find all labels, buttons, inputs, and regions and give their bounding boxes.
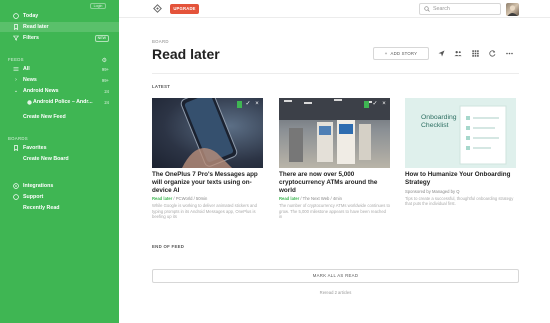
article-card[interactable]: ✓ × There are now over 5,000 cryptocurre… [279, 98, 390, 219]
team-icon[interactable] [454, 49, 462, 57]
upgrade-button[interactable]: UPGRADE [170, 4, 199, 14]
share-icon[interactable] [437, 49, 445, 57]
sidebar-item-label: News [23, 77, 37, 83]
article-meta: Sponsored by Managed by Q [405, 189, 516, 194]
add-story-button[interactable]: + ADD STORY [373, 47, 429, 60]
sidebar-item-label: Android News [23, 88, 59, 94]
create-new-board-link[interactable]: Create New Board [0, 154, 119, 164]
thumbnail-caption: Onboarding Checklist [421, 114, 457, 129]
create-new-feed-label: Create New Feed [23, 114, 66, 120]
create-new-feed-link[interactable]: Create New Feed [0, 112, 119, 122]
new-badge: NEW [94, 34, 109, 42]
mark-all-as-read-button[interactable]: MARK ALL AS READ [152, 269, 519, 283]
sidebar-item-today[interactable]: Today [0, 11, 119, 21]
sidebar-item-label: Favorites [23, 145, 47, 151]
integrations-icon [13, 183, 19, 189]
feed-favicon-icon [26, 99, 32, 105]
card-actions: ✓ × [364, 101, 387, 108]
bookmark-icon [13, 24, 19, 30]
article-title[interactable]: How to Humanize Your Onboarding Strategy [405, 171, 516, 187]
sidebar-item-label: Filters [23, 35, 39, 41]
support-icon [13, 194, 19, 200]
sidebar-item-label: Today [23, 13, 39, 19]
sidebar-item-integrations[interactable]: Integrations [0, 181, 119, 191]
sidebar-item-label: Recently Read [23, 205, 60, 211]
bookmark-icon[interactable] [237, 101, 242, 108]
avatar[interactable] [506, 3, 519, 16]
sidebar-item-read-later[interactable]: Read later [0, 22, 119, 32]
check-icon[interactable]: ✓ [372, 101, 378, 107]
article-meta-text: / The Next Web / 4min [300, 196, 342, 202]
sponsor-text: Sponsored by Managed by Q [405, 188, 460, 194]
article-summary: Tips to create a successful, thoughtful … [405, 195, 514, 206]
sidebar-feed-android-news[interactable]: ⌄ Android News 24 [0, 86, 119, 96]
search-placeholder: Search [433, 6, 450, 12]
chevron-down-icon: ⌄ [13, 87, 19, 94]
unread-count: 24 [104, 99, 109, 105]
article-meta: Read later / PCWorld / 50min [152, 196, 263, 201]
chevron-right-icon: › [15, 76, 17, 83]
list-icon [13, 66, 19, 72]
filter-icon [13, 35, 19, 41]
article-source[interactable]: Read later [279, 196, 299, 201]
article-title[interactable]: There are now over 5,000 cryptocurrency … [279, 171, 390, 194]
unread-count: 99+ [101, 77, 109, 83]
article-thumbnail: ✓ × [152, 98, 263, 168]
article-meta-text: / PCWorld / 50min [173, 196, 208, 202]
sidebar-item-support[interactable]: Support [0, 192, 119, 202]
login-button[interactable]: Login [90, 3, 106, 9]
plus-icon: + [384, 51, 388, 56]
today-icon [13, 13, 19, 19]
article-source[interactable]: Read later [152, 196, 172, 201]
close-icon[interactable]: × [381, 101, 387, 107]
create-new-board-label: Create New Board [23, 156, 69, 162]
sidebar-feed-all[interactable]: All 99+ [0, 64, 119, 74]
boards-heading: BOARDS [8, 136, 28, 141]
search-input[interactable]: Search [419, 3, 501, 15]
sidebar-feed-news[interactable]: › News 99+ [0, 75, 119, 85]
page-title: Read later [152, 46, 220, 62]
feedly-logo-icon[interactable] [153, 4, 162, 13]
feeds-settings-icon[interactable]: ⚙ [102, 57, 107, 64]
sponsored-article-card[interactable]: Onboarding Checklist How to Humanize You… [405, 98, 516, 206]
header-divider [152, 73, 519, 74]
check-icon[interactable]: ✓ [245, 101, 251, 107]
sidebar-item-label: Integrations [23, 183, 54, 189]
unread-count: 24 [104, 88, 109, 94]
sidebar-item-label: Support [23, 194, 44, 200]
close-icon[interactable]: × [254, 101, 260, 107]
article-title[interactable]: The OnePlus 7 Pro's Messages app will or… [152, 171, 263, 194]
sidebar-feed-android-police[interactable]: Android Police – Andr... 24 [0, 97, 119, 107]
article-thumbnail: Onboarding Checklist [405, 98, 516, 168]
end-of-feed-label: END OF FEED [152, 244, 185, 249]
bookmark-icon[interactable] [364, 101, 369, 108]
article-card[interactable]: ✓ × The OnePlus 7 Pro's Messages app wil… [152, 98, 263, 219]
bookmark-icon [13, 145, 19, 151]
article-summary: The number of cryptocurrency ATMs worldw… [279, 203, 390, 219]
search-icon [424, 6, 430, 12]
article-meta: Read later / The Next Web / 4min [279, 196, 390, 201]
sidebar-item-recently-read[interactable]: Recently Read [0, 203, 119, 213]
refresh-icon[interactable] [488, 49, 496, 57]
sidebar-item-label: Android Police – Andr... [33, 99, 93, 105]
article-summary: While Google is working to deliver anima… [152, 203, 257, 219]
section-latest-heading: LATEST [152, 84, 171, 89]
sidebar: Login Today Read later Filters NEW FEEDS… [0, 0, 119, 323]
reread-articles-link[interactable]: Reread 2 articles [152, 290, 519, 295]
breadcrumb: BOARD [152, 39, 169, 44]
add-story-label: ADD STORY [390, 51, 418, 56]
sidebar-item-filters[interactable]: Filters NEW [0, 33, 119, 43]
sidebar-board-favorites[interactable]: Favorites [0, 143, 119, 153]
article-thumbnail: ✓ × [279, 98, 390, 168]
unread-count: 99+ [101, 66, 109, 72]
grid-view-icon[interactable] [471, 49, 479, 57]
sidebar-item-label: All [23, 66, 30, 72]
feeds-heading: FEEDS [8, 57, 24, 62]
sidebar-item-label: Read later [23, 24, 49, 30]
card-actions: ✓ × [237, 101, 260, 108]
more-options-icon[interactable] [505, 49, 513, 57]
